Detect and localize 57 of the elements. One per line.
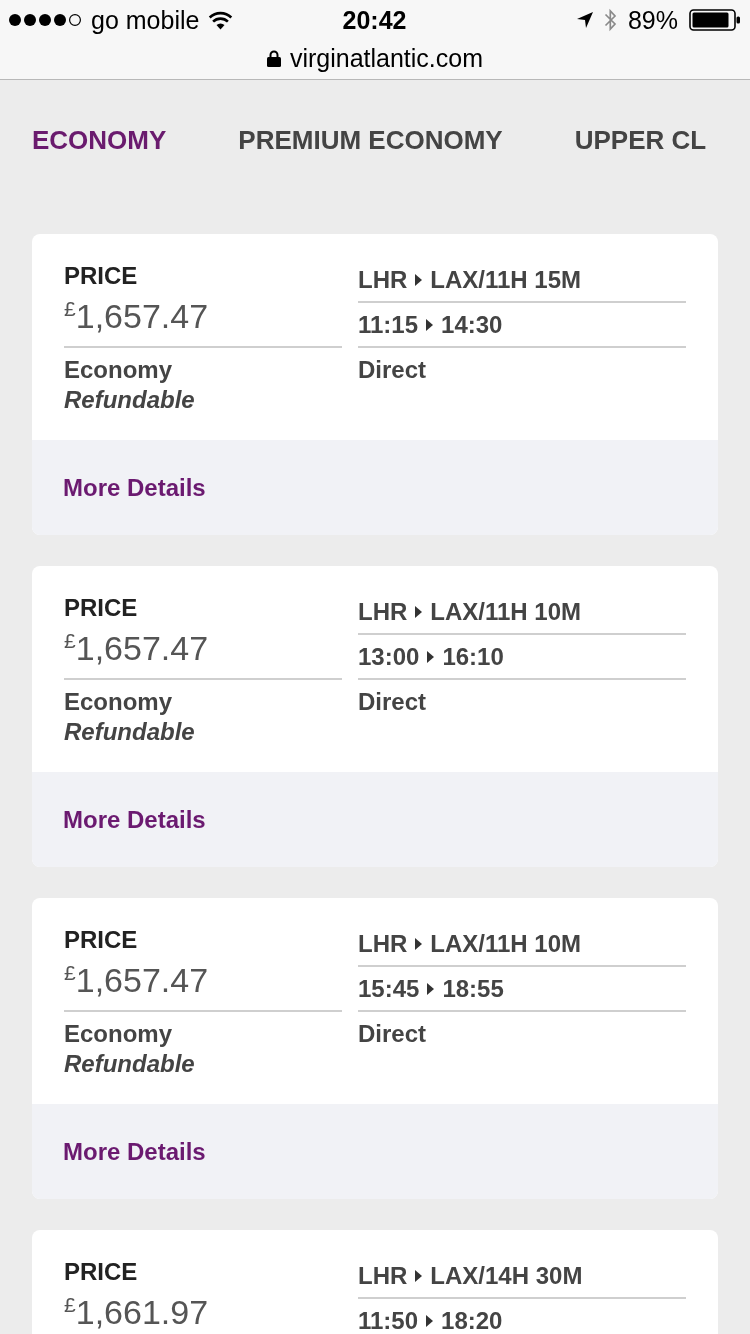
- battery-percent: 89%: [627, 5, 678, 35]
- cabin-tab[interactable]: ECONOMY: [32, 124, 167, 156]
- triangle-right-icon: [427, 651, 435, 663]
- arrival-time: 16:10: [442, 645, 504, 669]
- destination-duration: LAX/11H 15M: [430, 268, 582, 292]
- price-amount: $^{£}$1,661.97: [64, 1292, 209, 1332]
- departure-time: 11:50: [358, 1309, 419, 1333]
- destination-duration: LAX/11H 10M: [430, 600, 582, 624]
- price-label: PRICE: [64, 593, 138, 623]
- triangle-right-icon: [415, 938, 423, 950]
- triangle-right-icon: [415, 1270, 423, 1282]
- departure-time: 15:45: [358, 977, 420, 1001]
- triangle-right-icon: [415, 606, 423, 618]
- signal-strength-icon: [8, 13, 82, 27]
- fare-class: Economy: [64, 1019, 173, 1049]
- origin-airport: LHR: [358, 932, 408, 956]
- origin-airport: LHR: [358, 268, 408, 292]
- lock-icon: [266, 49, 281, 67]
- origin-airport: LHR: [358, 1264, 408, 1288]
- price-amount: $^{£}$1,657.47: [64, 960, 209, 1000]
- price-amount: $^{£}$1,657.47: [64, 296, 209, 336]
- departure-time: 11:15: [358, 313, 419, 337]
- stops-label: Direct: [358, 1022, 427, 1046]
- clock-time: 20:42: [342, 5, 407, 35]
- cabin-tab[interactable]: PREMIUM ECONOMY: [238, 124, 503, 156]
- refund-policy: Refundable: [64, 1049, 195, 1079]
- stops-label: Direct: [358, 358, 427, 382]
- cabin-tab[interactable]: UPPER CL: [574, 124, 707, 156]
- url-text: virginatlantic.com: [289, 43, 484, 73]
- arrival-time: 18:55: [442, 977, 504, 1001]
- stops-label: Direct: [358, 690, 427, 714]
- price-label: PRICE: [64, 925, 138, 955]
- price-label: PRICE: [64, 1257, 138, 1287]
- fare-class: Economy: [64, 355, 173, 385]
- triangle-right-icon: [415, 274, 423, 286]
- refund-policy: Refundable: [64, 385, 195, 415]
- triangle-right-icon: [427, 983, 435, 995]
- departure-time: 13:00: [358, 645, 420, 669]
- wifi-icon: [208, 10, 234, 30]
- location-arrow-icon: [576, 12, 593, 28]
- destination-duration: LAX/14H 30M: [430, 1264, 583, 1288]
- fare-class: Economy: [64, 687, 173, 717]
- triangle-right-icon: [426, 319, 434, 331]
- more-details-link[interactable]: More Details: [63, 1136, 206, 1167]
- arrival-time: 18:20: [441, 1309, 503, 1333]
- refund-policy: Refundable: [64, 717, 195, 747]
- more-details-link[interactable]: More Details: [63, 804, 206, 835]
- destination-duration: LAX/11H 10M: [430, 932, 582, 956]
- price-amount: $^{£}$1,657.47: [64, 628, 209, 668]
- battery-icon: [689, 9, 741, 31]
- price-label: PRICE: [64, 261, 138, 291]
- arrival-time: 14:30: [441, 313, 503, 337]
- more-details-link[interactable]: More Details: [63, 472, 206, 503]
- bluetooth-icon: [603, 8, 617, 32]
- origin-airport: LHR: [358, 600, 408, 624]
- carrier-name: go mobile: [91, 5, 200, 35]
- triangle-right-icon: [426, 1315, 434, 1327]
